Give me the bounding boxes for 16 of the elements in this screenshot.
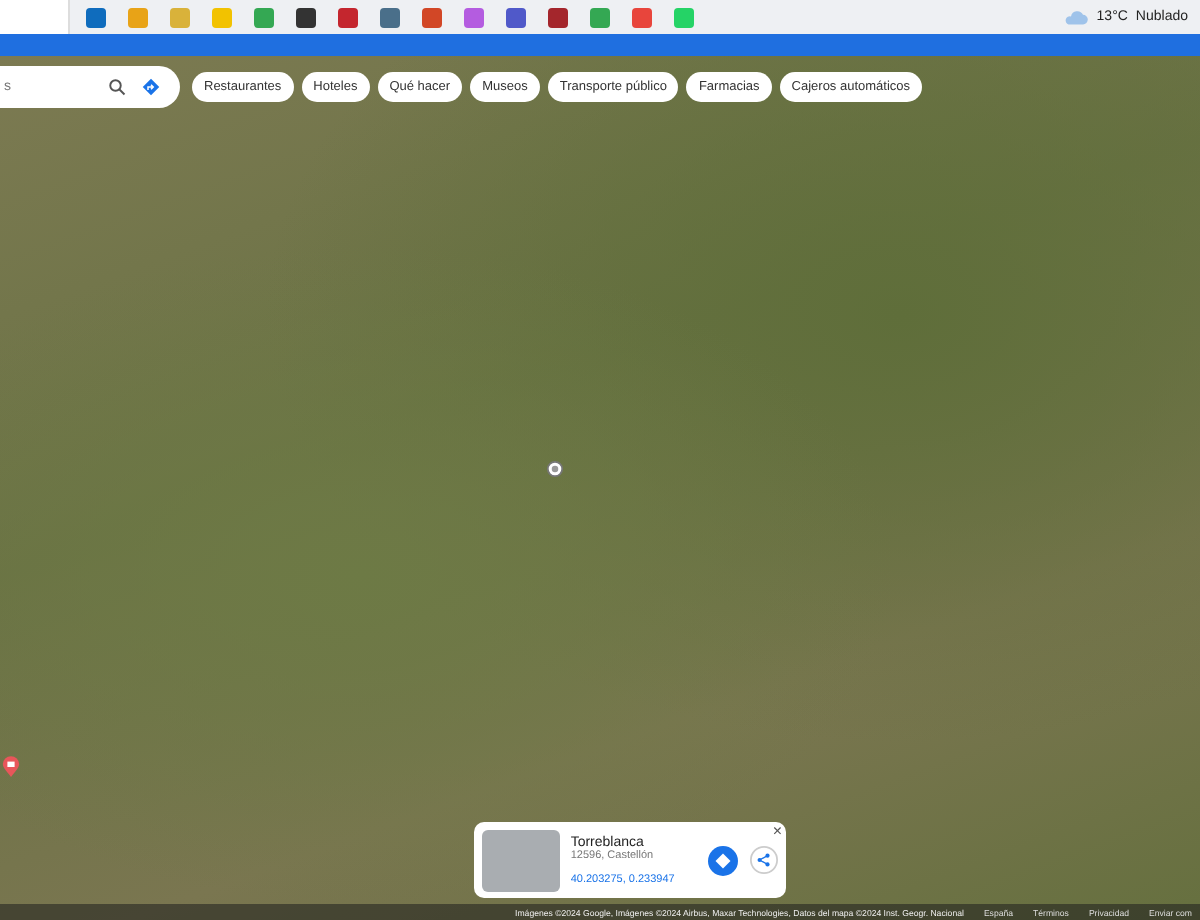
map-pin-icon[interactable]	[2, 756, 20, 778]
app-icon[interactable]	[296, 7, 316, 27]
cloud-icon	[1062, 9, 1089, 25]
search-icon[interactable]	[108, 78, 126, 96]
directions-button[interactable]	[708, 845, 738, 875]
directions-icon[interactable]	[142, 78, 160, 96]
app-icon[interactable]	[380, 7, 400, 27]
app-icon[interactable]	[506, 7, 526, 27]
close-button[interactable]: ×	[772, 824, 782, 840]
share-button[interactable]	[750, 846, 778, 874]
location-marker-icon[interactable]	[546, 460, 564, 478]
satellite-map[interactable]	[0, 56, 1200, 920]
photo-placeholder	[482, 829, 561, 891]
app-icon[interactable]	[338, 7, 358, 27]
app-icon[interactable]	[548, 7, 568, 27]
app-icon[interactable]	[86, 7, 106, 27]
